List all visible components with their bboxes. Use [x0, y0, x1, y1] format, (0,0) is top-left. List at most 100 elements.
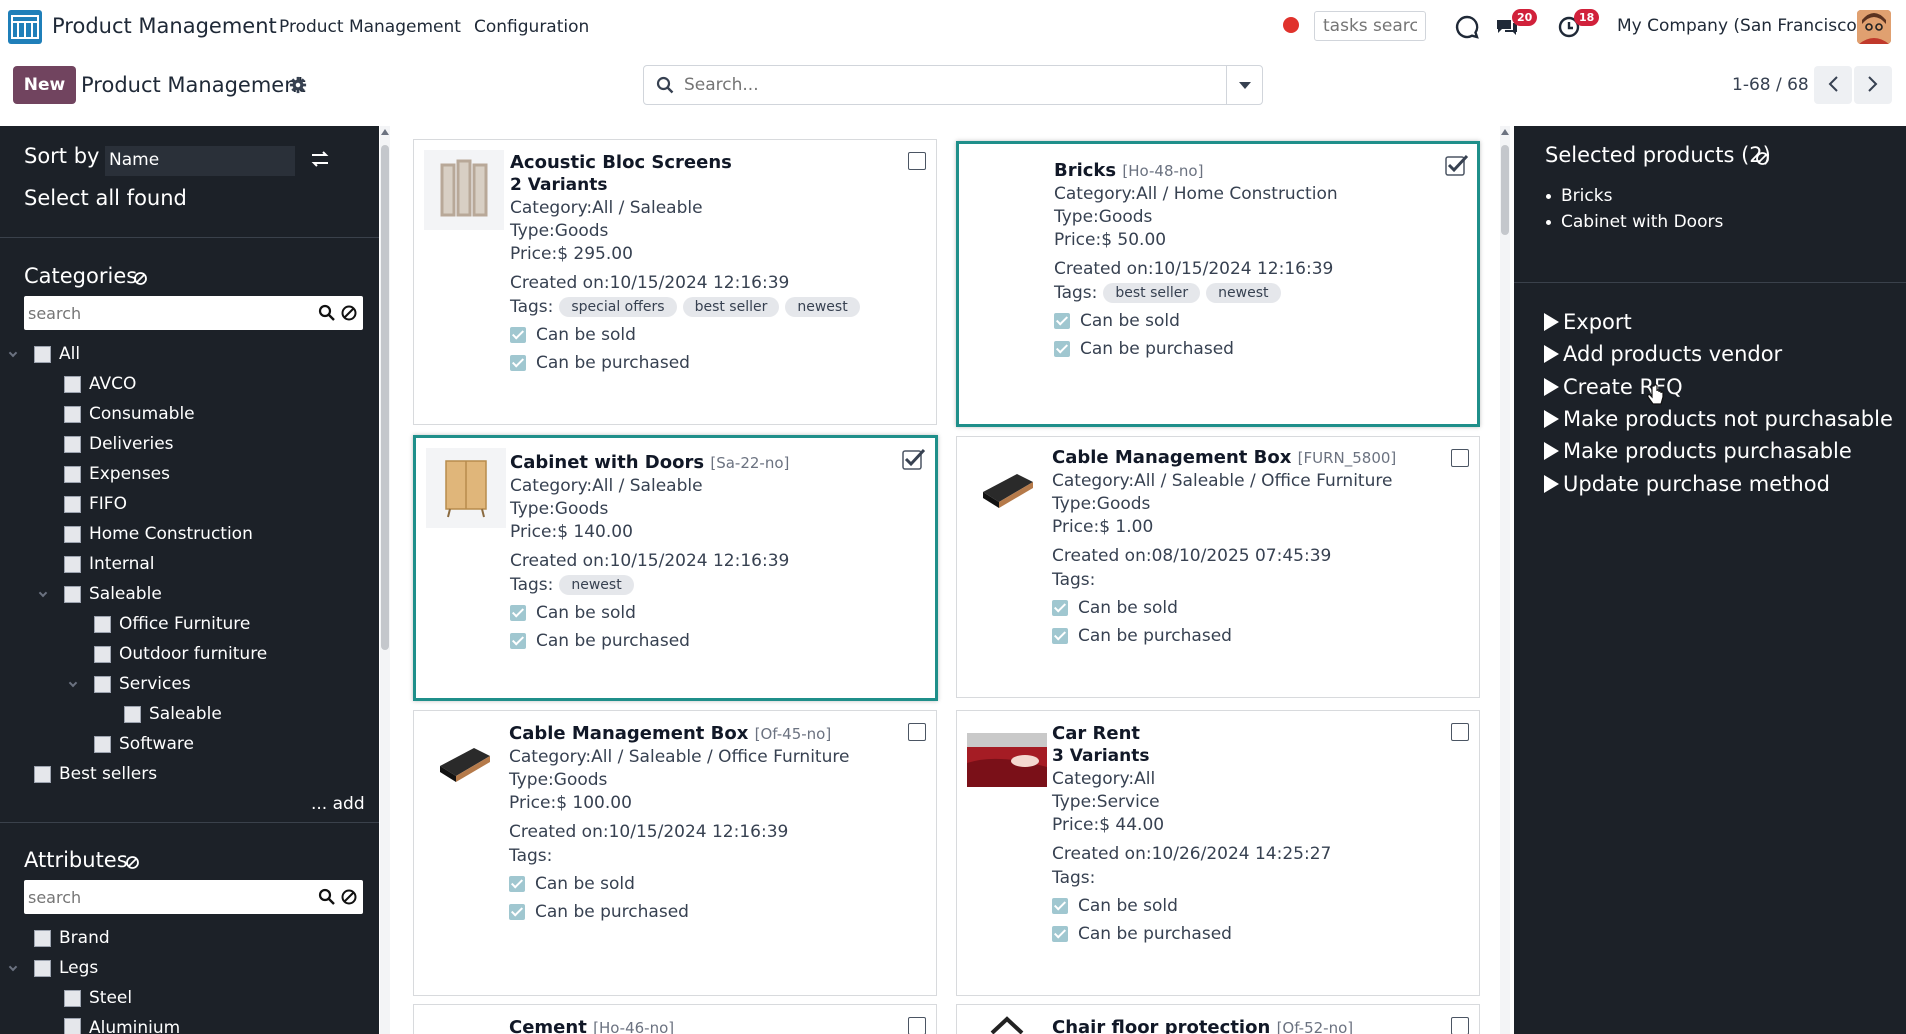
category-deliveries[interactable]: Deliveries	[64, 434, 174, 454]
menu-configuration[interactable]: Configuration	[474, 17, 589, 37]
app-brand[interactable]: Product Management	[52, 14, 277, 38]
company-switcher[interactable]: My Company (San Francisco)	[1617, 16, 1863, 36]
new-button[interactable]: New	[13, 66, 76, 104]
category-services-saleable[interactable]: Saleable	[124, 704, 222, 724]
product-card[interactable]: Chair floor protection [Of-52-no]	[956, 1004, 1480, 1034]
checkbox[interactable]	[64, 555, 81, 573]
checkbox[interactable]	[94, 735, 111, 753]
checkbox[interactable]	[124, 705, 141, 723]
category-avco[interactable]: AVCO	[64, 374, 136, 394]
sort-select[interactable]: Name	[105, 146, 295, 176]
product-name[interactable]: Cabinet with Doors [Sa-22-no]	[510, 452, 920, 473]
category-outdoor-furniture[interactable]: Outdoor furniture	[94, 644, 267, 664]
product-card[interactable]: Cabinet with Doors [Sa-22-no] Category:A…	[413, 435, 938, 701]
checkbox[interactable]	[94, 645, 111, 663]
action-make-not-purchasable[interactable]: Make products not purchasable	[1544, 407, 1893, 431]
selected-product-item[interactable]: Bricks	[1546, 186, 1723, 206]
select-checkbox[interactable]	[908, 1017, 926, 1034]
checkbox[interactable]	[94, 615, 111, 633]
checkbox[interactable]	[64, 495, 81, 513]
checkbox[interactable]	[34, 765, 51, 783]
product-card[interactable]: Acoustic Bloc Screens 2 Variants Categor…	[413, 139, 937, 425]
sidebar-scroll-thumb[interactable]	[381, 145, 389, 650]
tasks-search-input[interactable]	[1314, 11, 1426, 41]
pager-next-button[interactable]	[1854, 66, 1892, 104]
product-name[interactable]: Bricks [Ho-48-no]	[1054, 160, 1464, 181]
product-card[interactable]: Cable Management Box [FURN_5800] Categor…	[956, 436, 1480, 698]
search-icon[interactable]	[318, 304, 336, 322]
category-office-furniture[interactable]: Office Furniture	[94, 614, 250, 634]
checkbox[interactable]	[34, 959, 51, 977]
discuss-icon[interactable]	[1454, 14, 1480, 40]
category-best-sellers[interactable]: Best sellers	[34, 764, 157, 784]
checkbox[interactable]	[34, 929, 51, 947]
product-card[interactable]: Cable Management Box [Of-45-no] Category…	[413, 710, 937, 996]
category-home-construction[interactable]: Home Construction	[64, 524, 253, 544]
action-make-purchasable[interactable]: Make products purchasable	[1544, 439, 1852, 463]
checkbox[interactable]	[64, 525, 81, 543]
category-services[interactable]: Services	[94, 674, 191, 694]
product-card[interactable]: Car Rent 3 Variants Category:All Type:Se…	[956, 710, 1480, 996]
checkbox[interactable]	[64, 405, 81, 423]
attribute-aluminium[interactable]: Aluminium	[64, 1018, 180, 1034]
search-options-toggle[interactable]	[1226, 65, 1263, 105]
attribute-steel[interactable]: Steel	[64, 988, 132, 1008]
product-card[interactable]: Bricks [Ho-48-no] Category:All / Home Co…	[956, 141, 1480, 427]
product-name[interactable]: Cement [Ho-46-no]	[509, 1017, 919, 1034]
clear-attributes-icon[interactable]	[125, 855, 140, 870]
tree-toggle[interactable]	[68, 678, 78, 688]
select-checkbox[interactable]	[1451, 1017, 1469, 1034]
product-card[interactable]: Cement [Ho-46-no]	[413, 1004, 937, 1034]
pager-value[interactable]: 1-68 / 68	[1732, 75, 1809, 95]
checkbox[interactable]	[64, 989, 81, 1007]
grid-scrollbar[interactable]	[1500, 126, 1510, 1034]
clear-search-icon[interactable]	[340, 304, 358, 322]
select-checkbox[interactable]	[908, 152, 926, 170]
checkbox[interactable]	[64, 375, 81, 393]
checkbox[interactable]	[64, 465, 81, 483]
tree-toggle[interactable]	[38, 588, 48, 598]
category-software[interactable]: Software	[94, 734, 194, 754]
selected-product-item[interactable]: Cabinet with Doors	[1546, 212, 1723, 232]
category-internal[interactable]: Internal	[64, 554, 155, 574]
action-update-purchase-method[interactable]: Update purchase method	[1544, 472, 1830, 496]
category-all[interactable]: All	[34, 344, 80, 364]
product-name[interactable]: Chair floor protection [Of-52-no]	[1052, 1017, 1462, 1034]
product-name[interactable]: Car Rent	[1052, 723, 1462, 744]
user-avatar[interactable]	[1857, 10, 1891, 44]
checkbox[interactable]	[64, 435, 81, 453]
checkbox[interactable]	[64, 1018, 81, 1034]
action-export[interactable]: Export	[1544, 310, 1632, 334]
add-category-link[interactable]: ... add	[311, 794, 365, 814]
search-input[interactable]	[684, 72, 1204, 98]
attributes-search-input[interactable]	[28, 886, 308, 908]
recording-icon[interactable]	[1283, 17, 1299, 33]
checkbox[interactable]	[94, 675, 111, 693]
category-fifo[interactable]: FIFO	[64, 494, 127, 514]
select-checkbox[interactable]	[1451, 723, 1469, 741]
pager-previous-button[interactable]	[1814, 66, 1852, 104]
attribute-brand[interactable]: Brand	[34, 928, 110, 948]
grid-scroll-thumb[interactable]	[1501, 145, 1509, 235]
search-icon[interactable]	[318, 888, 336, 906]
attribute-legs[interactable]: Legs	[34, 958, 98, 978]
menu-product-management[interactable]: Product Management	[279, 17, 461, 37]
select-all-found[interactable]: Select all found	[24, 186, 187, 210]
category-expenses[interactable]: Expenses	[64, 464, 170, 484]
tree-toggle[interactable]	[8, 962, 18, 972]
action-add-products-vendor[interactable]: Add products vendor	[1544, 342, 1782, 366]
select-checkbox-checked[interactable]	[1445, 154, 1469, 176]
app-logo-icon[interactable]	[8, 10, 42, 44]
sort-direction-icon[interactable]	[310, 150, 330, 168]
checkbox[interactable]	[64, 585, 81, 603]
select-checkbox[interactable]	[908, 723, 926, 741]
scroll-up-arrow-icon[interactable]	[1500, 128, 1510, 136]
categories-search-input[interactable]	[28, 302, 308, 324]
select-checkbox-checked[interactable]	[902, 448, 926, 470]
select-checkbox[interactable]	[1451, 449, 1469, 467]
clear-categories-icon[interactable]	[133, 271, 148, 286]
gear-icon[interactable]	[289, 76, 307, 94]
product-name[interactable]: Acoustic Bloc Screens	[510, 152, 920, 173]
clear-search-icon[interactable]	[340, 888, 358, 906]
product-name[interactable]: Cable Management Box [Of-45-no]	[509, 723, 919, 744]
